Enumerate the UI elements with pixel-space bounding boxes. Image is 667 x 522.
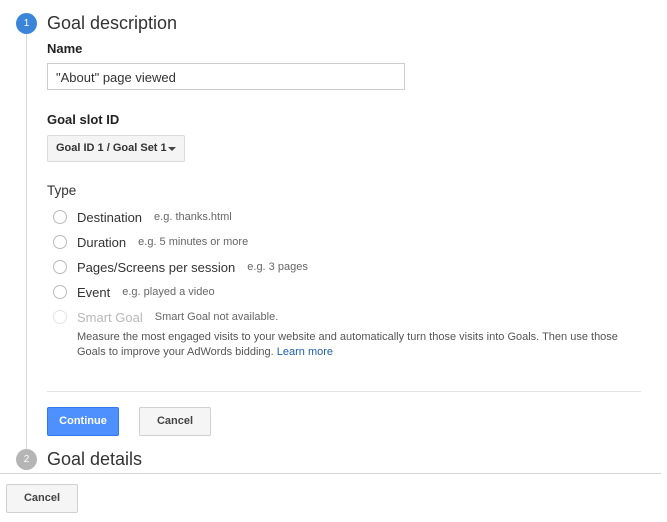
option-label: Duration: [77, 234, 127, 250]
option-label: Event: [77, 284, 111, 300]
goal-slot-label: Goal slot ID: [47, 112, 120, 127]
radio-button[interactable]: [53, 235, 67, 249]
type-option-smart-goal: Smart Goal Smart Goal not available.: [53, 308, 278, 326]
option-label: Destination: [77, 209, 143, 225]
section-divider: [47, 391, 641, 392]
step-1-indicator: 1: [16, 13, 37, 34]
steps-connector-line: [26, 34, 27, 450]
type-label: Type: [47, 183, 77, 198]
smart-goal-description-text: Measure the most engaged visits to your …: [77, 331, 618, 358]
step-1-title: Goal description: [47, 13, 178, 33]
option-label: Smart Goal: [77, 309, 143, 325]
step-2-indicator: 2: [16, 449, 37, 470]
goal-name-input[interactable]: "About" page viewed: [47, 63, 405, 90]
type-option-duration[interactable]: Duration e.g. 5 minutes or more: [53, 233, 248, 251]
radio-button[interactable]: [53, 210, 67, 224]
goal-slot-dropdown[interactable]: Goal ID 1 / Goal Set 1: [47, 135, 185, 162]
step-2-title: Goal details: [47, 449, 143, 469]
learn-more-link[interactable]: Learn more: [277, 346, 333, 358]
cancel-button[interactable]: Cancel: [139, 407, 211, 436]
type-option-event[interactable]: Event e.g. played a video: [53, 283, 215, 301]
option-hint: e.g. 5 minutes or more: [138, 236, 249, 248]
goal-slot-value: Goal ID 1 / Goal Set 1: [56, 142, 167, 154]
option-hint: e.g. thanks.html: [154, 211, 232, 223]
footer-divider: [0, 473, 661, 474]
type-option-destination[interactable]: Destination e.g. thanks.html: [53, 208, 232, 226]
type-option-pages-per-session[interactable]: Pages/Screens per session e.g. 3 pages: [53, 258, 308, 276]
footer-cancel-button[interactable]: Cancel: [6, 484, 78, 513]
smart-goal-description: Measure the most engaged visits to your …: [77, 330, 637, 360]
option-hint: e.g. 3 pages: [247, 261, 308, 273]
radio-button[interactable]: [53, 285, 67, 299]
option-hint: e.g. played a video: [122, 286, 215, 298]
chevron-down-icon: [168, 147, 176, 151]
option-label: Pages/Screens per session: [77, 259, 236, 275]
name-label: Name: [47, 41, 83, 56]
radio-button-disabled: [53, 310, 67, 324]
option-hint: Smart Goal not available.: [154, 311, 279, 323]
radio-button[interactable]: [53, 260, 67, 274]
continue-button[interactable]: Continue: [47, 407, 119, 436]
